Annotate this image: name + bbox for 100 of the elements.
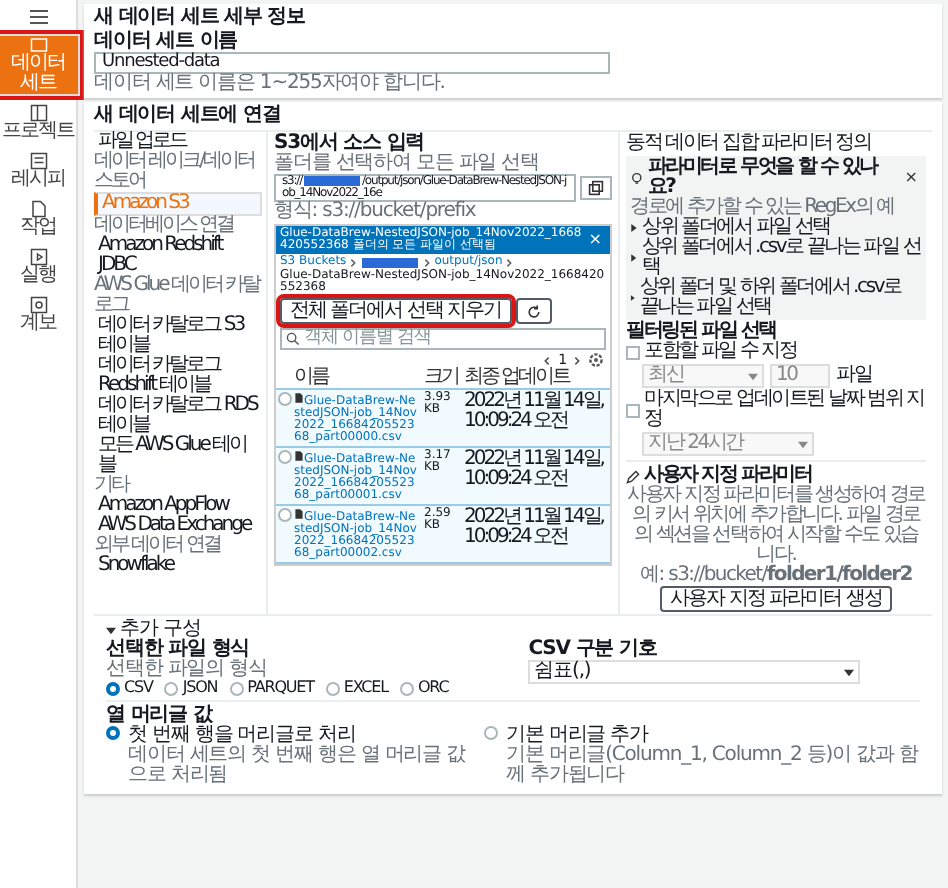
source-item[interactable]: 파일 업로드	[94, 132, 262, 152]
expand-icon	[630, 294, 636, 302]
next-page-icon[interactable]	[572, 355, 582, 366]
checkbox[interactable]	[626, 345, 640, 359]
source-item[interactable]: Snowflake	[94, 556, 262, 576]
radio-button[interactable]	[278, 508, 292, 523]
radio-button[interactable]	[278, 450, 292, 465]
info-title: 파라미터로 무엇을 할 수 있나요?	[647, 158, 879, 198]
nav-icon	[29, 296, 47, 314]
updated-time: 2022년 11월 14일, 10:09:24 오전	[464, 506, 603, 549]
chevron-icon	[348, 257, 359, 268]
source-item[interactable]: 데이터 카탈로그 S3 테이블	[94, 316, 262, 356]
example-path: 예: s3://bucket/folder1/folder2	[638, 566, 914, 586]
source-group-label: 외부 데이터 연결	[94, 536, 221, 556]
source-group-label: 데이터베이스 연결	[94, 216, 236, 236]
field-hint: 선택한 파일의 형식	[106, 660, 269, 680]
nav-icon	[29, 200, 47, 218]
redaction-block	[304, 176, 361, 186]
radio-button[interactable]	[278, 392, 292, 407]
field-hint: 데이터 세트 이름은 1~255자여야 합니다.	[94, 74, 447, 94]
source-group-label: 데이터 레이크/데이터 스토어	[94, 152, 257, 192]
caret-icon	[844, 667, 855, 677]
custom-parameter-text: 사용자 지정 파라미터를 생성하여 경로의 키서 위치에 추가합니다. 파일 경로의 섹션을 선택하여 시작할 수도 있습니다.	[626, 486, 926, 566]
field-label: 선택한 파일 형식	[106, 640, 250, 660]
lightbulb-icon	[630, 171, 644, 185]
section-title: 새 데이터 세트에 연결	[94, 106, 283, 126]
format-option[interactable]: ORC	[399, 680, 449, 696]
option-description: 데이터 세트의 첫 번째 행은 열 머리글 값으로 처리됨	[128, 746, 468, 786]
source-item[interactable]: JDBC	[94, 256, 262, 276]
caret-icon	[798, 439, 808, 449]
unit-label: 파일	[836, 366, 872, 386]
chevron-icon	[422, 257, 433, 268]
close-button[interactable]: ×	[900, 170, 922, 186]
field-label: CSV 구분 기호	[528, 640, 659, 660]
checkbox[interactable]	[626, 403, 640, 417]
settings-icon[interactable]	[588, 352, 604, 369]
chevron-icon	[504, 257, 515, 268]
source-group-label: 기타	[94, 476, 129, 496]
copy-icon	[588, 180, 604, 197]
field-hint: 형식: s3://bucket/prefix	[274, 202, 478, 223]
expand-icon	[630, 254, 638, 262]
expand-icon	[630, 224, 638, 232]
example-item[interactable]: 상위 폴더에서 .csv로 끝나는 파일 선택	[630, 238, 922, 278]
format-option[interactable]: JSON	[164, 680, 218, 696]
info-subtitle: 경로에 추가할 수 있는 RegEx의 예	[630, 198, 896, 218]
field-label: 데이터 세트 이름	[94, 32, 240, 52]
name-field[interactable]: Unnested-data	[94, 52, 610, 74]
column-header: 크기	[422, 368, 462, 390]
example-item[interactable]: 상위 폴더에서 파일 선택	[630, 218, 922, 238]
rail-item[interactable]: 계보	[3, 294, 73, 336]
create-parameter-button[interactable]: 사용자 지정 파라미터 생성	[660, 586, 892, 612]
caret-icon	[748, 371, 758, 381]
edit-icon	[626, 469, 640, 483]
refresh-button[interactable]	[515, 298, 552, 325]
nav-icon	[29, 36, 47, 54]
source-item[interactable]: 모든 AWS Glue 테이블	[94, 436, 262, 476]
format-option[interactable]: EXCEL	[325, 680, 388, 696]
rail-item[interactable]: 레시피	[3, 150, 73, 192]
section-label: 사용자 지정 파라미터	[644, 466, 812, 486]
radio-button[interactable]	[484, 726, 499, 740]
field-hint: 폴더를 선택하여 모든 파일 선택	[274, 154, 542, 174]
rail-item[interactable]: 실행	[3, 246, 73, 288]
source-item[interactable]: 데이터 카탈로그 Redshift 테이블	[94, 356, 262, 396]
source-item[interactable]: Amazon Redshift	[94, 236, 262, 256]
nav-icon	[29, 248, 47, 266]
caret-icon	[106, 625, 116, 635]
source-item[interactable]: 데이터 카탈로그 RDS 테이블	[94, 396, 262, 436]
example-item[interactable]: 상위 폴더 및 하위 폴더에서 .csv로 끝나는 파일 선택	[630, 278, 922, 318]
search-icon	[286, 332, 300, 347]
copy-button[interactable]	[580, 176, 612, 201]
field-label: S3에서 소스 입력	[274, 134, 427, 154]
updated-time: 2022년 11월 14일, 10:09:24 오전	[464, 390, 603, 433]
additional-config-toggle[interactable]: 추가 구성	[106, 620, 920, 640]
option-label: 첫 번째 행을 머리글로 처리	[128, 726, 358, 746]
panel-title: 동적 데이터 집합 파라미터 정의	[626, 134, 873, 154]
date-range-select[interactable]: 지난 24시간	[642, 432, 814, 456]
updated-time: 2022년 11월 14일, 10:09:24 오전	[464, 448, 603, 491]
source-item[interactable]: AWS Data Exchange	[94, 516, 262, 536]
clear-selection-button[interactable]: 전체 폴더에서 선택 지우기	[280, 298, 512, 325]
previous-page-icon[interactable]	[542, 355, 553, 366]
rail-item[interactable]: 프로젝트	[3, 102, 73, 144]
section-title: 새 데이터 세트 세부 정보	[94, 8, 308, 28]
format-option[interactable]: CSV	[106, 680, 153, 696]
nav-icon	[29, 152, 47, 170]
format-option[interactable]: PARQUET	[229, 680, 314, 696]
rail-item[interactable]: 작업	[3, 198, 73, 240]
option-label: 기본 머리글 추가	[506, 726, 649, 746]
close-button[interactable]: ×	[584, 232, 606, 249]
delimiter-select[interactable]: 쉼표(,)	[528, 660, 861, 684]
checkbox-label: 마지막으로 업데이트된 날짜 범위 지정	[644, 390, 926, 430]
field-label: 열 머리글 값	[106, 706, 213, 726]
option-description: 기본 머리글(Column_1, Column_2 등)이 값과 함께 추가됩니다	[506, 746, 920, 786]
redaction-block	[362, 257, 419, 268]
refresh-icon	[525, 303, 542, 320]
checkbox-label: 포함할 파일 수 지정	[644, 342, 797, 362]
source-item[interactable]: Amazon AppFlow	[94, 496, 262, 516]
menu-icon[interactable]	[29, 6, 47, 28]
nav-icon	[29, 104, 47, 122]
source-group-label: AWS Glue 데이터 카탈로그	[94, 276, 262, 316]
radio-button[interactable]	[106, 726, 120, 740]
